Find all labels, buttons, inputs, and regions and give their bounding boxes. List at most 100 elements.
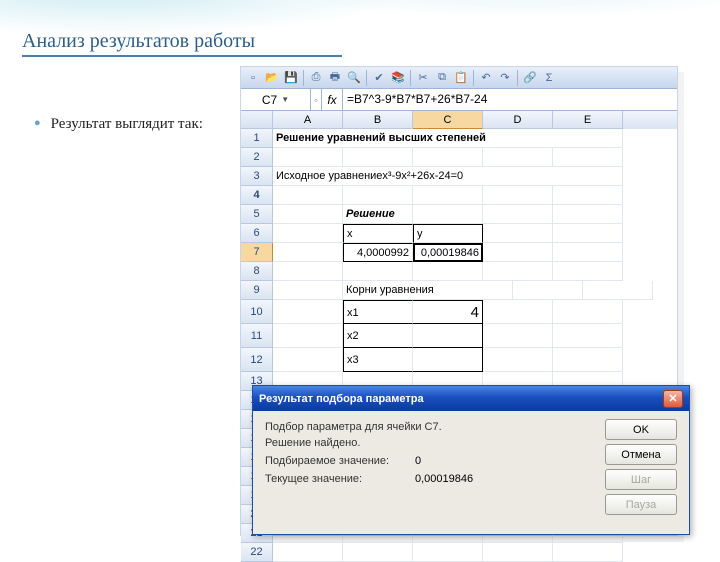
cell[interactable] (413, 186, 483, 205)
cell[interactable] (273, 543, 343, 562)
row-header[interactable]: 4 (241, 186, 273, 205)
cell[interactable] (273, 243, 343, 262)
ok-button[interactable]: OK (605, 419, 677, 440)
cell[interactable] (483, 243, 553, 262)
cell[interactable] (483, 148, 553, 167)
cell[interactable] (343, 543, 413, 562)
cell[interactable] (273, 324, 343, 348)
select-all-corner[interactable] (241, 111, 273, 129)
cell-selected[interactable]: 0,00019846 (413, 243, 483, 262)
row-header[interactable]: 6 (241, 224, 273, 243)
print-icon[interactable]: 🖶 (327, 70, 343, 86)
formula-bar[interactable]: =B7^3-9*B7*B7+26*B7-24 (343, 89, 677, 110)
cell[interactable] (413, 262, 483, 281)
cell[interactable]: Решение (343, 205, 413, 224)
cell[interactable] (273, 148, 343, 167)
sum-icon[interactable]: Σ (541, 70, 557, 86)
dropdown-icon[interactable]: ▼ (281, 95, 289, 104)
row-header[interactable]: 10 (241, 300, 273, 324)
cell[interactable] (483, 205, 553, 224)
cell[interactable]: Решение уравнений высших степеней (273, 129, 623, 148)
cell[interactable] (553, 348, 623, 372)
cell[interactable]: y (413, 224, 483, 243)
dialog-title: Результат подбора параметра (259, 393, 424, 405)
cell[interactable] (413, 324, 483, 348)
cell[interactable] (553, 324, 623, 348)
row-header[interactable]: 1 (241, 129, 273, 148)
col-header-b[interactable]: B (343, 111, 413, 129)
cell[interactable] (413, 148, 483, 167)
cell[interactable] (273, 281, 343, 300)
row-header[interactable]: 11 (241, 324, 273, 348)
permission-icon[interactable]: ⎙ (308, 70, 324, 86)
cell[interactable] (583, 281, 653, 300)
separator (517, 70, 518, 86)
row-header[interactable]: 7 (241, 243, 273, 262)
cell[interactable]: 4,0000992 (343, 243, 413, 262)
cell[interactable] (483, 324, 553, 348)
cell[interactable] (483, 186, 553, 205)
cell[interactable] (553, 543, 623, 562)
cell[interactable] (273, 262, 343, 281)
spell-icon[interactable]: ✔ (371, 70, 387, 86)
col-header-e[interactable]: E (553, 111, 623, 129)
cell[interactable] (273, 186, 343, 205)
redo-icon[interactable]: ↷ (497, 70, 513, 86)
cell[interactable]: Корни уравнения (343, 281, 513, 300)
new-icon[interactable]: ▫ (245, 70, 261, 86)
preview-icon[interactable]: 🔍 (346, 70, 362, 86)
cell[interactable] (553, 186, 623, 205)
cell[interactable] (553, 148, 623, 167)
cell[interactable] (413, 348, 483, 372)
row-header[interactable]: 5 (241, 205, 273, 224)
cell[interactable] (343, 186, 413, 205)
cut-icon[interactable]: ✂ (415, 70, 431, 86)
cell[interactable] (343, 148, 413, 167)
open-icon[interactable]: 📂 (264, 70, 280, 86)
copy-icon[interactable]: ⧉ (434, 70, 450, 86)
col-header-c[interactable]: C (413, 111, 483, 129)
cell[interactable] (483, 543, 553, 562)
row-header[interactable]: 8 (241, 262, 273, 281)
cell[interactable]: x (343, 224, 413, 243)
cell[interactable] (343, 262, 413, 281)
save-icon[interactable]: 💾 (283, 70, 299, 86)
col-header-d[interactable]: D (483, 111, 553, 129)
paste-icon[interactable]: 📋 (453, 70, 469, 86)
undo-icon[interactable]: ↶ (478, 70, 494, 86)
cell[interactable] (413, 205, 483, 224)
cell[interactable] (553, 224, 623, 243)
cell[interactable] (273, 224, 343, 243)
row-header[interactable]: 9 (241, 281, 273, 300)
cell[interactable] (273, 205, 343, 224)
cell[interactable]: Исходное уравнениеx³-9x²+26x-24=0 (273, 167, 623, 186)
fx-icon[interactable]: fx (321, 89, 343, 110)
row-header[interactable]: 12 (241, 348, 273, 372)
cell[interactable] (483, 224, 553, 243)
link-icon[interactable]: 🔗 (522, 70, 538, 86)
cell[interactable] (553, 243, 623, 262)
cell[interactable]: 4 (413, 300, 483, 324)
col-header-a[interactable]: A (273, 111, 343, 129)
cell[interactable] (553, 205, 623, 224)
row-header[interactable]: 2 (241, 148, 273, 167)
cell[interactable] (413, 543, 483, 562)
cancel-button[interactable]: Отмена (605, 444, 677, 465)
cell[interactable] (553, 300, 623, 324)
cell[interactable] (273, 348, 343, 372)
research-icon[interactable]: 📚 (390, 70, 406, 86)
cell[interactable]: x3 (343, 348, 413, 372)
dialog-titlebar[interactable]: Результат подбора параметра ✕ (253, 386, 689, 411)
cell[interactable] (553, 262, 623, 281)
cell[interactable]: x2 (343, 324, 413, 348)
cell[interactable]: x1 (343, 300, 413, 324)
cell[interactable] (483, 262, 553, 281)
name-box[interactable]: C7 ▼ (241, 89, 311, 110)
cell[interactable] (273, 300, 343, 324)
cell[interactable] (483, 300, 553, 324)
cell[interactable] (513, 281, 583, 300)
cell[interactable] (483, 348, 553, 372)
close-icon[interactable]: ✕ (663, 390, 683, 408)
row-header[interactable]: 22 (241, 543, 273, 562)
row-header[interactable]: 3 (241, 167, 273, 186)
